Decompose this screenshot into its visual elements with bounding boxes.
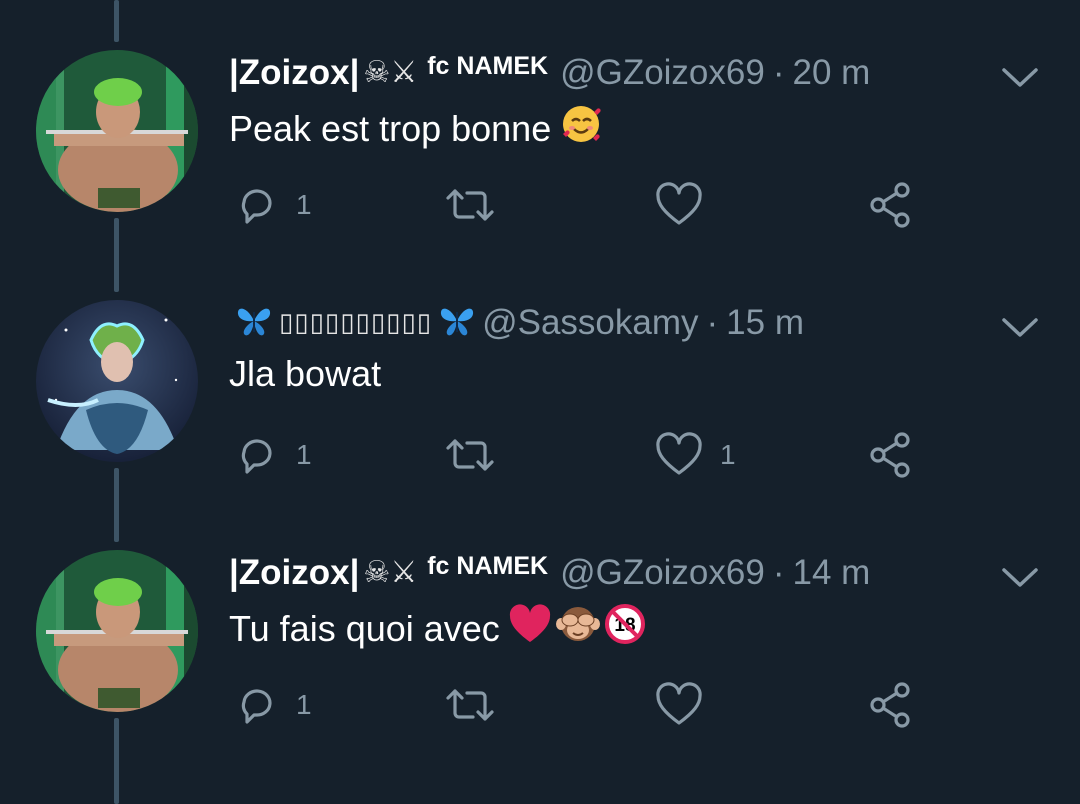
name-suffix: fc NAMEK	[427, 552, 549, 580]
separator-dot: ·	[772, 553, 785, 592]
butterfly-icon	[235, 304, 273, 343]
tweet-text-content: Tu fais quoi avec	[229, 608, 500, 649]
tweet-actions: 1 1	[230, 430, 990, 480]
display-name[interactable]: |Zoizox|	[229, 52, 359, 94]
see-no-evil-monkey-icon	[555, 602, 600, 656]
retweet-button[interactable]	[442, 430, 514, 480]
butterfly-icon	[438, 304, 476, 343]
like-button[interactable]	[654, 680, 720, 730]
name-emoji: ☠⚔	[363, 555, 418, 590]
tweet[interactable]: |Zoizox| ☠⚔ fc NAMEK @GZoizox69 · 20 m P…	[0, 50, 1080, 300]
timestamp[interactable]: 20 m	[793, 52, 871, 94]
chevron-down-icon[interactable]	[1000, 316, 1040, 340]
reply-count: 1	[296, 689, 312, 720]
tweet-text: Peak est trop bonne	[229, 102, 603, 156]
heart-icon	[656, 432, 702, 475]
tweet-actions: 1	[230, 180, 990, 230]
retweet-button[interactable]	[442, 680, 514, 730]
reply-count: 1	[296, 439, 312, 470]
reply-count: 1	[296, 189, 312, 220]
tweet-text-content: Jla bowat	[229, 353, 382, 394]
user-handle[interactable]: @Sassokamy	[482, 302, 698, 344]
like-count: 1	[720, 439, 736, 470]
user-handle[interactable]: @GZoizox69	[560, 52, 765, 94]
chevron-down-icon[interactable]	[1000, 566, 1040, 590]
heart-icon	[656, 682, 702, 725]
thread-line	[114, 0, 119, 42]
share-icon	[870, 682, 910, 728]
avatar[interactable]	[36, 550, 198, 712]
reply-icon	[241, 689, 272, 724]
red-heart-icon	[508, 604, 552, 654]
reply-button[interactable]: 1	[234, 180, 312, 230]
share-button[interactable]	[866, 430, 916, 480]
name-suffix: fc NAMEK	[427, 52, 549, 80]
like-button[interactable]: 1	[654, 430, 736, 480]
user-handle[interactable]: @GZoizox69	[560, 552, 765, 594]
tweet-header: ▯▯▯▯▯▯▯▯▯▯ @Sassokamy · 15 m	[229, 302, 804, 344]
no-one-under-eighteen-icon: 18	[604, 603, 646, 655]
retweet-icon	[446, 189, 494, 221]
tweet-header: |Zoizox| ☠⚔ fc NAMEK @GZoizox69 · 14 m	[229, 552, 870, 594]
like-button[interactable]	[654, 180, 720, 230]
smiling-face-with-hearts-icon	[559, 102, 603, 156]
display-name[interactable]: |Zoizox|	[229, 552, 359, 594]
display-name[interactable]: ▯▯▯▯▯▯▯▯▯▯	[279, 302, 432, 344]
name-emoji: ☠⚔	[363, 55, 418, 90]
share-button[interactable]	[866, 180, 916, 230]
heart-icon	[656, 182, 702, 225]
share-icon	[870, 432, 910, 478]
tweet-text: Jla bowat	[229, 352, 381, 396]
timestamp[interactable]: 15 m	[726, 302, 804, 344]
chevron-down-icon[interactable]	[1000, 66, 1040, 90]
separator-dot: ·	[706, 303, 719, 342]
reply-icon	[241, 189, 272, 224]
share-button[interactable]	[866, 680, 916, 730]
tweet[interactable]: ▯▯▯▯▯▯▯▯▯▯ @Sassokamy · 15 m Jla bowat 1	[0, 300, 1080, 550]
tweet-text: Tu fais quoi avec 18	[229, 602, 646, 656]
reply-button[interactable]: 1	[234, 430, 312, 480]
retweet-icon	[446, 439, 494, 471]
tweet-actions: 1	[230, 680, 990, 730]
avatar[interactable]	[36, 300, 198, 462]
reply-icon	[241, 439, 272, 474]
share-icon	[870, 182, 910, 228]
tweet-header: |Zoizox| ☠⚔ fc NAMEK @GZoizox69 · 20 m	[229, 52, 870, 94]
reply-button[interactable]: 1	[234, 680, 312, 730]
retweet-icon	[446, 689, 494, 721]
separator-dot: ·	[772, 53, 785, 92]
tweet-text-content: Peak est trop bonne	[229, 108, 552, 149]
tweet[interactable]: |Zoizox| ☠⚔ fc NAMEK @GZoizox69 · 14 m T…	[0, 550, 1080, 800]
timestamp[interactable]: 14 m	[793, 552, 871, 594]
retweet-button[interactable]	[442, 180, 514, 230]
avatar[interactable]	[36, 50, 198, 212]
